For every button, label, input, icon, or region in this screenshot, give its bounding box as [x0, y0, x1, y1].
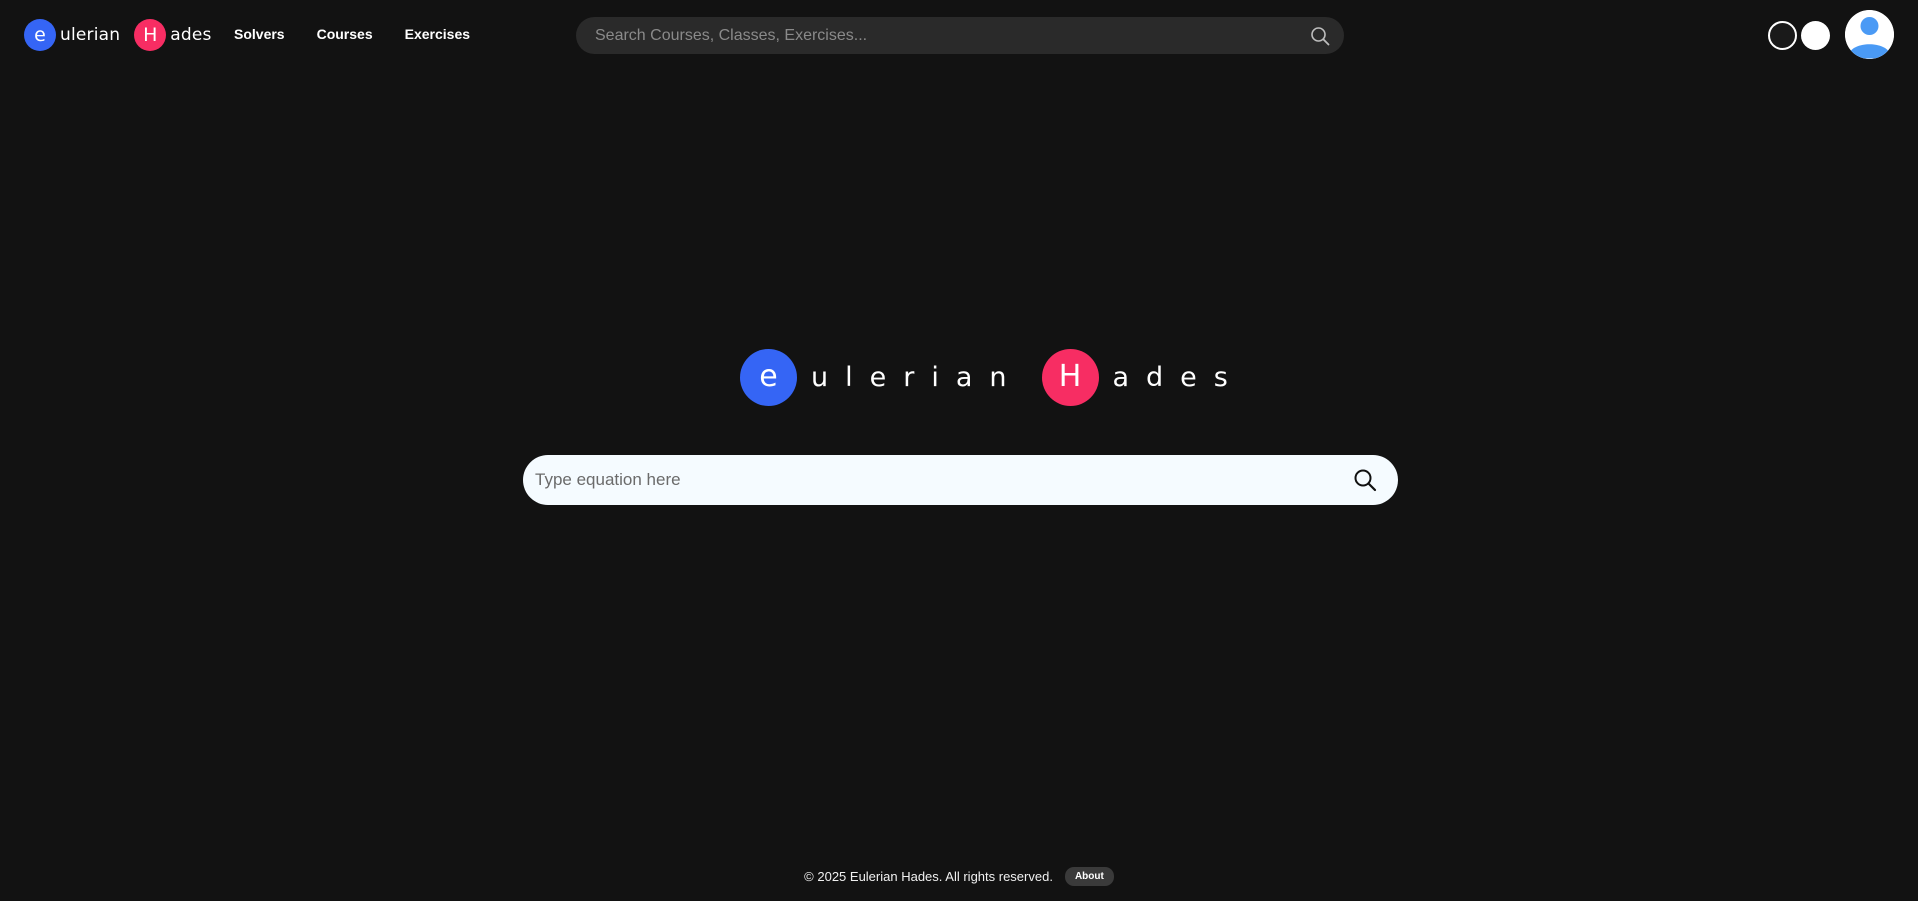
equation-search-button[interactable]: [1342, 457, 1388, 503]
hero-word-ulerian: ulerian: [811, 361, 1024, 393]
nav-solvers-link[interactable]: Solvers: [234, 26, 285, 42]
brand-word-ulerian: ulerian: [60, 25, 121, 45]
hero-logo: e ulerian H ades: [740, 348, 1245, 406]
copyright-text: © 2025 Eulerian Hades. All rights reserv…: [804, 868, 1053, 884]
user-avatar-button[interactable]: [1845, 10, 1894, 59]
brand-logo-link[interactable]: e ulerian H ades: [24, 19, 212, 51]
equation-input[interactable]: [523, 455, 1342, 505]
main-nav: Solvers Courses Exercises: [234, 26, 502, 42]
nav-exercises-link[interactable]: Exercises: [405, 26, 470, 42]
brand-e-circle: e: [24, 19, 56, 51]
about-button[interactable]: About: [1064, 866, 1114, 886]
top-header: e ulerian H ades Solvers Courses Exercis…: [0, 0, 1918, 70]
brand-h-circle: H: [134, 19, 167, 51]
light-theme-toggle[interactable]: [1801, 21, 1830, 50]
nav-courses-link[interactable]: Courses: [317, 26, 373, 42]
footer: © 2025 Eulerian Hades. All rights reserv…: [0, 866, 1918, 886]
search-icon: [1311, 26, 1330, 45]
search-icon: [1354, 469, 1377, 492]
page: e ulerian H ades Solvers Courses Exercis…: [0, 0, 1918, 901]
brand-word-ades: ades: [170, 25, 212, 45]
top-search-bar: [576, 17, 1344, 54]
top-search-input[interactable]: [576, 17, 1300, 54]
equation-search-bar: [523, 455, 1398, 505]
user-avatar-icon: [1845, 10, 1894, 59]
hero-h-circle: H: [1041, 348, 1099, 406]
hero-e-circle: e: [740, 348, 797, 406]
top-search-button[interactable]: [1300, 17, 1340, 54]
dark-theme-toggle[interactable]: [1768, 21, 1797, 50]
hero-word-ades: ades: [1112, 361, 1245, 393]
